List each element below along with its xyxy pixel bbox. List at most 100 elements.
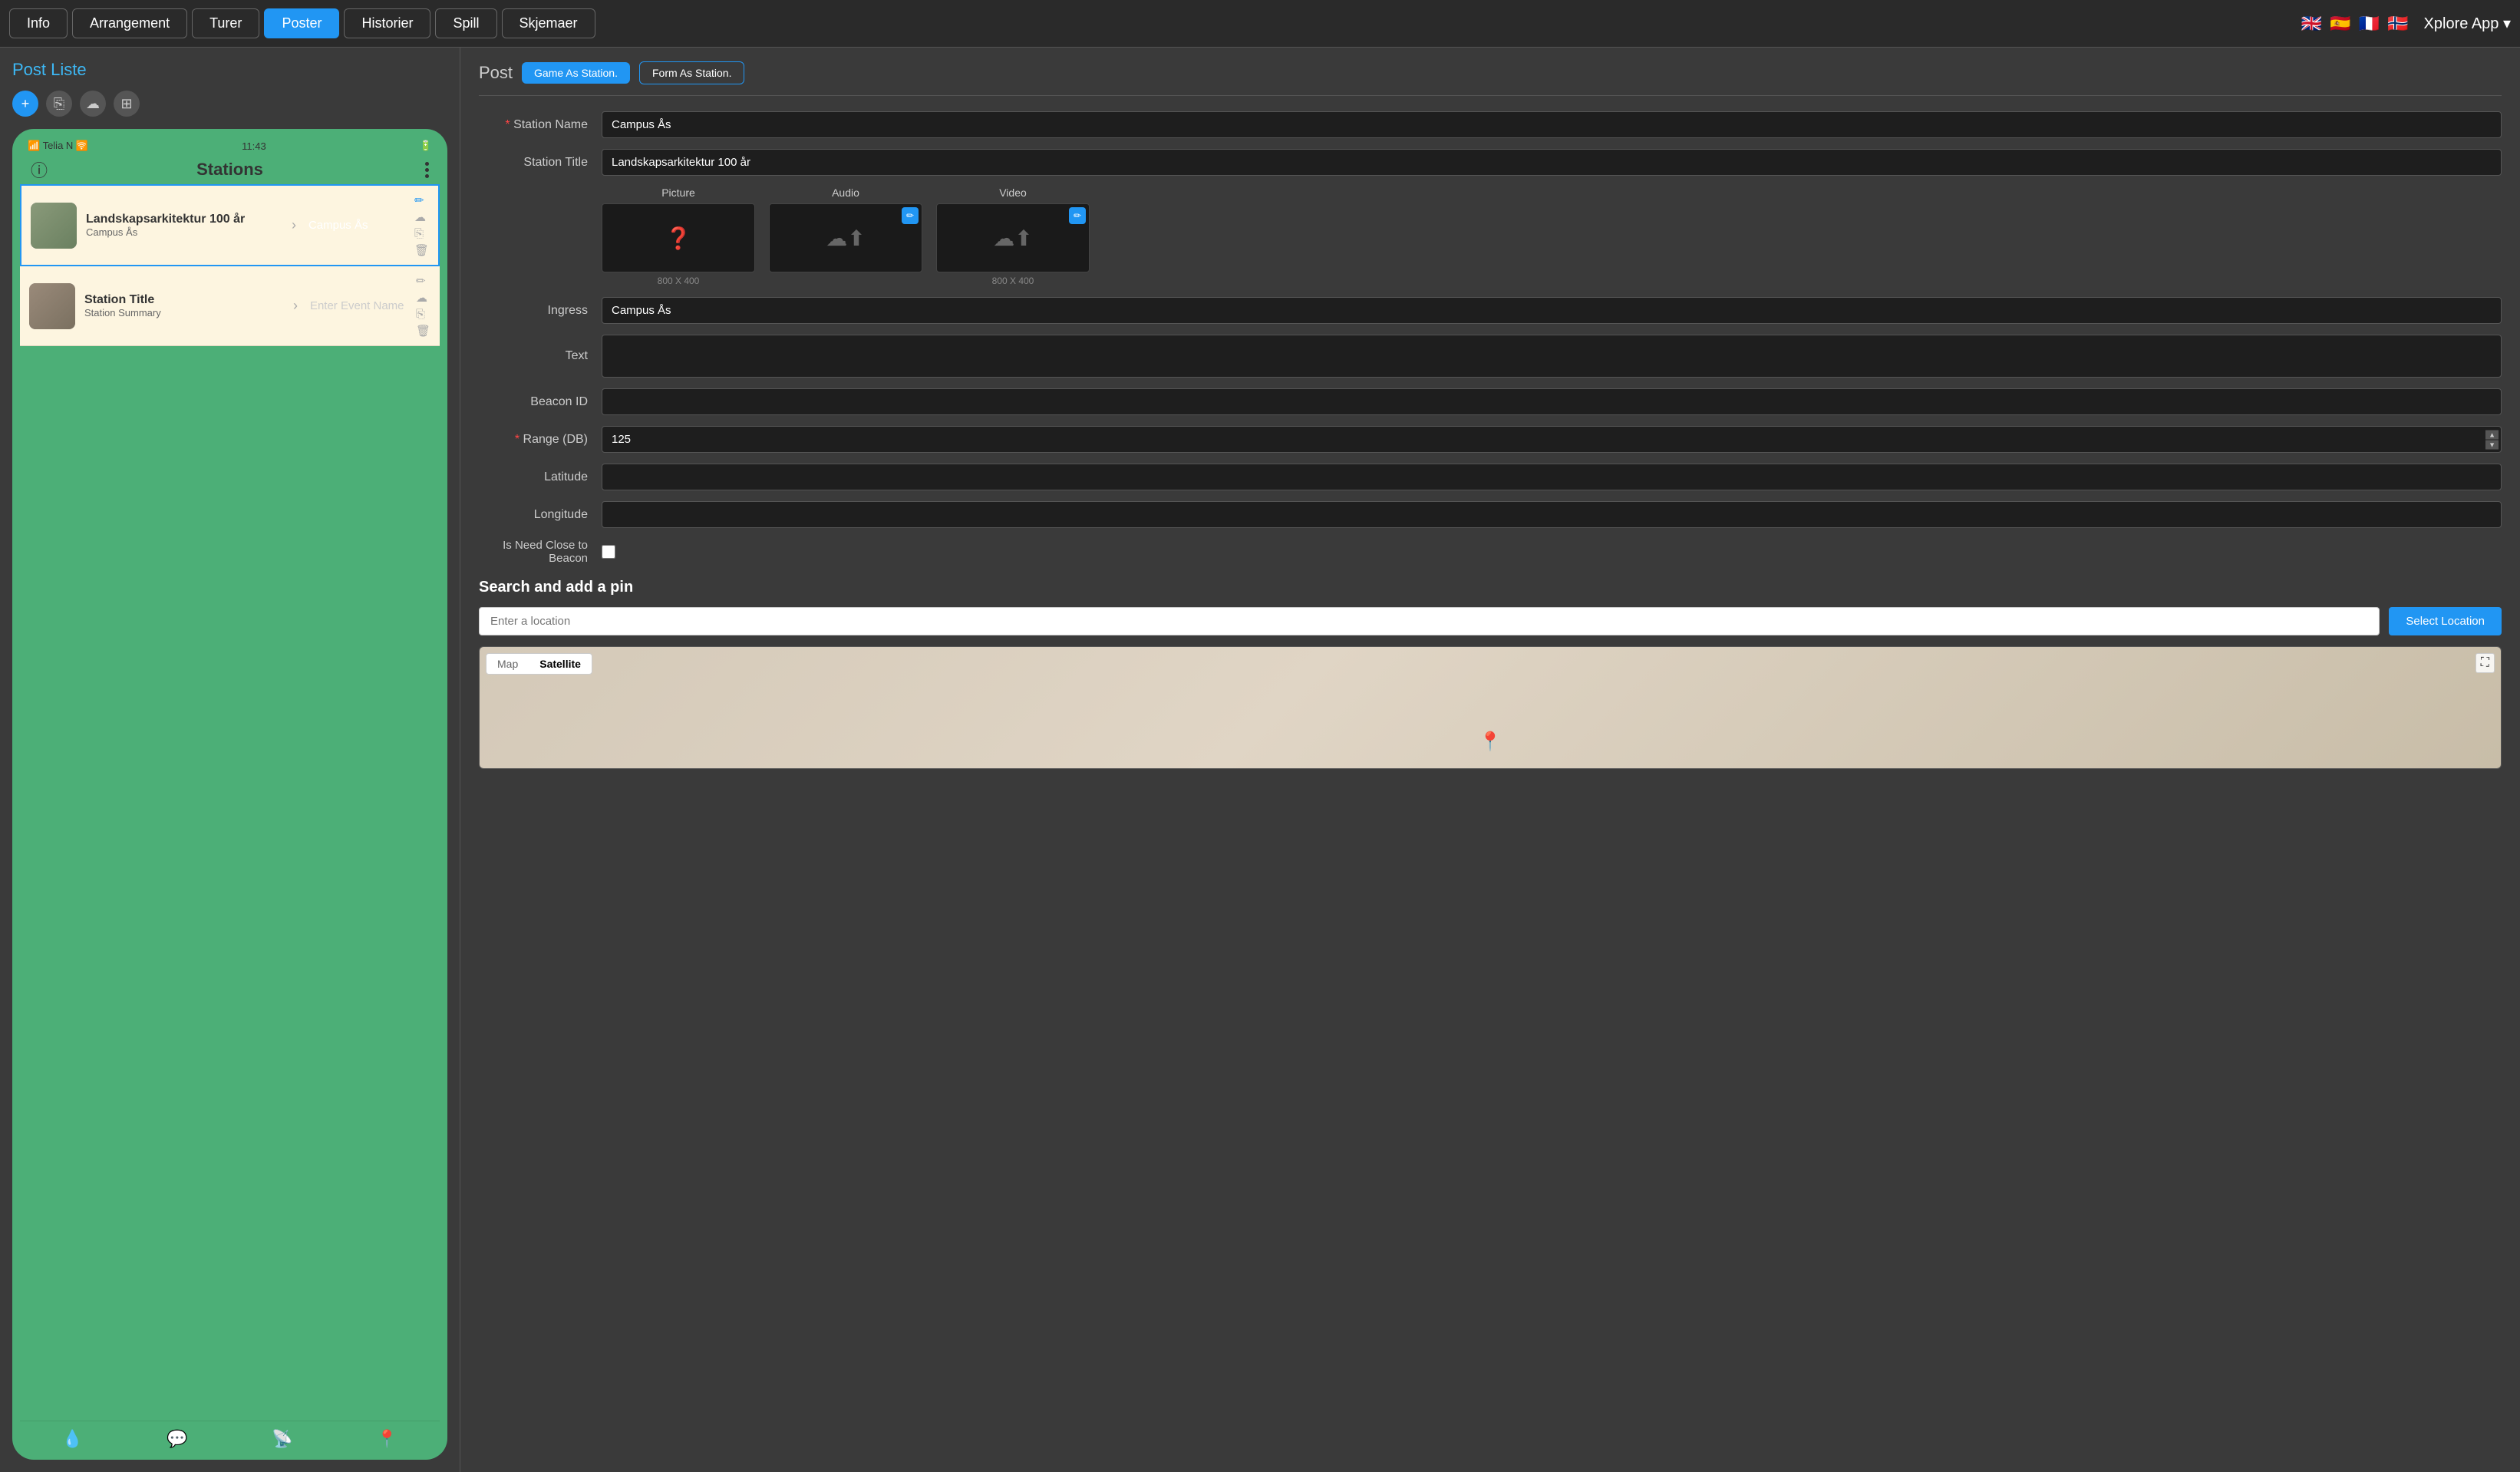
delete-icon[interactable]: 🗑 <box>416 324 430 338</box>
cloud-button[interactable]: ☁ <box>80 91 106 117</box>
audio-edit-badge[interactable]: ✏ <box>902 207 919 224</box>
tab-info[interactable]: Info <box>9 8 68 38</box>
map-section-title: Search and add a pin <box>479 579 2502 596</box>
cloud-upload-icon: ☁⬆ <box>993 226 1032 251</box>
station-thumb <box>31 203 77 249</box>
station-name: Station Title <box>84 293 293 307</box>
phone-header: ⓘ Stations <box>20 155 440 184</box>
picture-media: Picture ❓ 800 X 400 <box>602 186 755 286</box>
station-actions: ✏ ☁ ⎘ 🗑 <box>414 193 429 257</box>
event-name: Enter Event Name <box>304 299 411 312</box>
map-tab-satellite[interactable]: Satellite <box>529 654 592 674</box>
edit-icon[interactable]: ✏ <box>414 193 429 207</box>
video-edit-badge[interactable]: ✏ <box>1069 207 1086 224</box>
picture-upload[interactable]: ❓ <box>602 203 755 272</box>
time: 11:43 <box>242 140 266 152</box>
delete-icon[interactable]: 🗑 <box>414 243 429 257</box>
map-tab-map[interactable]: Map <box>487 654 529 674</box>
video-upload[interactable]: ☁⬆ ✏ <box>936 203 1090 272</box>
latitude-label: Latitude <box>479 470 602 484</box>
menu-dots[interactable] <box>425 162 429 178</box>
beacon-id-label: Beacon ID <box>479 395 602 409</box>
copy-icon[interactable]: ⎘ <box>414 227 429 240</box>
picture-label: Picture <box>661 186 695 199</box>
left-panel: Post Liste + ⎘ ☁ ⊞ 📶 Telia N 🛜 11:43 🔋 ⓘ… <box>0 48 460 1472</box>
cloud-upload-icon[interactable]: ☁ <box>414 210 429 224</box>
spinner-up[interactable]: ▲ <box>2485 430 2499 439</box>
latitude-input[interactable] <box>602 464 2502 490</box>
station-title-input[interactable] <box>602 149 2502 176</box>
event-name: Campus Ås <box>302 219 410 232</box>
tab-spill[interactable]: Spill <box>435 8 496 38</box>
water-drop-icon[interactable]: 💧 <box>62 1429 83 1449</box>
station-item[interactable]: Landskapsarkitektur 100 år Campus Ås › C… <box>20 184 440 266</box>
text-input[interactable] <box>602 335 2502 378</box>
station-info: Station Title Station Summary <box>84 293 293 318</box>
radio-icon[interactable]: 📡 <box>272 1429 292 1449</box>
range-db-input[interactable] <box>602 426 2502 453</box>
range-db-label: Range (DB) <box>479 433 602 447</box>
map-tabs: Map Satellite <box>486 653 592 675</box>
top-nav: Info Arrangement Turer Poster Historier … <box>0 0 2520 48</box>
tab-skjemaer[interactable]: Skjemaer <box>502 8 595 38</box>
text-label: Text <box>479 349 602 363</box>
beacon-id-input[interactable] <box>602 388 2502 415</box>
need-beacon-label: Is Need Close to Beacon <box>479 539 602 565</box>
station-title-label: Station Title <box>479 156 602 170</box>
text-row: Text <box>479 335 2502 378</box>
edit-icon[interactable]: ✏ <box>416 274 430 288</box>
form-as-station-button[interactable]: Form As Station. <box>639 61 744 84</box>
longitude-input[interactable] <box>602 501 2502 528</box>
right-panel: Post Game As Station. Form As Station. S… <box>460 48 2520 1472</box>
station-sub: Station Summary <box>84 307 293 318</box>
latitude-row: Latitude <box>479 464 2502 490</box>
image-question-icon: ❓ <box>665 226 692 251</box>
phone-title: Stations <box>196 160 263 180</box>
spinner-down[interactable]: ▼ <box>2485 440 2499 449</box>
carrier: 📶 Telia N 🛜 <box>28 140 88 152</box>
copy-icon[interactable]: ⎘ <box>416 308 430 321</box>
flag-no[interactable]: 🇳🇴 <box>2387 14 2408 34</box>
audio-upload[interactable]: ☁⬆ ✏ <box>769 203 922 272</box>
flag-gb[interactable]: 🇬🇧 <box>2301 14 2322 34</box>
ingress-input[interactable] <box>602 297 2502 324</box>
map-pin-icon: 📍 <box>1479 731 1502 753</box>
add-post-button[interactable]: + <box>12 91 38 117</box>
location-search-input[interactable] <box>479 607 2380 635</box>
location-icon[interactable]: 📍 <box>377 1429 397 1449</box>
flag-fr[interactable]: 🇫🇷 <box>2359 14 2380 34</box>
info-circle-icon[interactable]: ⓘ <box>31 157 48 182</box>
tab-poster[interactable]: Poster <box>264 8 339 38</box>
flag-es[interactable]: 🇪🇸 <box>2330 14 2350 34</box>
chat-icon[interactable]: 💬 <box>167 1429 187 1449</box>
battery: 🔋 <box>420 140 432 152</box>
app-name[interactable]: Xplore App ▾ <box>2424 14 2511 33</box>
station-item[interactable]: Station Title Station Summary › Enter Ev… <box>20 266 440 346</box>
station-name-input[interactable] <box>602 111 2502 138</box>
station-name-row: Station Name <box>479 111 2502 138</box>
tab-turer[interactable]: Turer <box>192 8 259 38</box>
ingress-label: Ingress <box>479 304 602 318</box>
layers-button[interactable]: ⊞ <box>114 91 140 117</box>
cloud-upload-icon[interactable]: ☁ <box>416 291 430 305</box>
game-as-station-button[interactable]: Game As Station. <box>522 62 630 84</box>
cloud-upload-icon: ☁⬆ <box>826 226 865 251</box>
station-info: Landskapsarkitektur 100 år Campus Ås <box>86 213 292 238</box>
station-title-row: Station Title <box>479 149 2502 176</box>
media-items: Picture ❓ 800 X 400 Audio ☁⬆ ✏ Video <box>602 186 1090 286</box>
main-layout: Post Liste + ⎘ ☁ ⊞ 📶 Telia N 🛜 11:43 🔋 ⓘ… <box>0 48 2520 1472</box>
video-size: 800 X 400 <box>992 276 1034 286</box>
map-container[interactable]: Map Satellite ⛶ 📍 <box>479 646 2502 769</box>
toolbar: + ⎘ ☁ ⊞ <box>12 91 447 117</box>
need-beacon-checkbox[interactable] <box>602 545 615 559</box>
map-expand-button[interactable]: ⛶ <box>2475 653 2495 673</box>
station-actions: ✏ ☁ ⎘ 🗑 <box>416 274 430 338</box>
phone-bottom-bar: 💧 💬 📡 📍 <box>20 1421 440 1452</box>
tab-historier[interactable]: Historier <box>344 8 430 38</box>
phone-status-bar: 📶 Telia N 🛜 11:43 🔋 <box>20 137 440 155</box>
select-location-button[interactable]: Select Location <box>2389 607 2502 635</box>
tab-arrangement[interactable]: Arrangement <box>72 8 187 38</box>
audio-media: Audio ☁⬆ ✏ <box>769 186 922 286</box>
copy-button[interactable]: ⎘ <box>46 91 72 117</box>
phone-mockup: 📶 Telia N 🛜 11:43 🔋 ⓘ Stations <box>12 129 447 1460</box>
